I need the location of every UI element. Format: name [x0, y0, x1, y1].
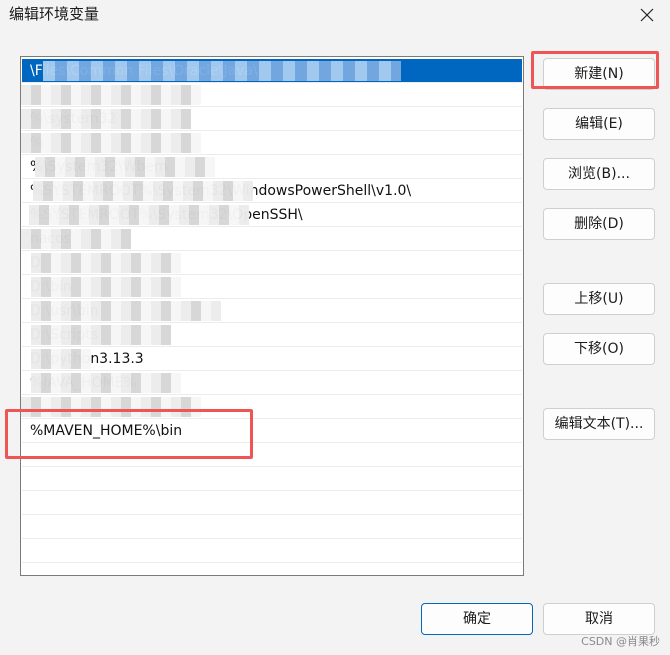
browse-button[interactable]: 浏览(B)... — [543, 158, 655, 190]
close-button[interactable] — [624, 0, 670, 30]
path-row[interactable] — [22, 515, 522, 539]
path-row[interactable] — [22, 395, 522, 419]
path-row[interactable] — [22, 491, 522, 515]
edit-text-button[interactable]: 编辑文本(T)... — [543, 408, 655, 440]
delete-button[interactable]: 删除(D) — [543, 208, 655, 240]
path-row[interactable] — [22, 563, 522, 575]
path-row[interactable]: D:\usr\bin — [22, 299, 522, 323]
path-row[interactable] — [22, 467, 522, 491]
path-row[interactable]: D: — [22, 251, 522, 275]
move-up-button[interactable]: 上移(U) — [543, 283, 655, 315]
path-row[interactable]: %SYSTEMROOT%\System32\OpenSSH\ — [22, 203, 522, 227]
path-row[interactable]: D:\bin — [22, 275, 522, 299]
window-title: 编辑环境变量 — [9, 5, 100, 23]
path-row[interactable] — [22, 83, 522, 107]
path-row[interactable]: %SYSTEMROOT%\System32\WindowsPowerShell\… — [22, 179, 522, 203]
path-row[interactable]: D:\Scripts — [22, 323, 522, 347]
path-row[interactable]: % — [22, 131, 522, 155]
path-row[interactable]: %\System32\Wbem — [22, 155, 522, 179]
close-icon — [640, 8, 654, 22]
cancel-button[interactable]: 取消 — [543, 603, 655, 635]
path-row[interactable]: %JAVA_HOME% — [22, 371, 522, 395]
ok-button[interactable]: 确定 — [421, 603, 533, 635]
path-row[interactable]: %MAVEN_HOME%\bin — [22, 419, 522, 443]
edit-button[interactable]: 编辑(E) — [543, 108, 655, 140]
path-row[interactable] — [22, 443, 522, 467]
path-row[interactable]: nacos — [22, 227, 522, 251]
move-down-button[interactable]: 下移(O) — [543, 333, 655, 365]
path-row[interactable]: %\system32 — [22, 107, 522, 131]
path-row[interactable] — [22, 539, 522, 563]
path-list[interactable]: \Files\Common Files\Oracle\Java\ %\system… — [20, 56, 524, 576]
title-bar: 编辑环境变量 — [0, 0, 670, 30]
path-row[interactable]: D:\python3.13.3 — [22, 347, 522, 371]
new-button[interactable]: 新建(N) — [543, 58, 655, 90]
path-row[interactable]: \Files\Common Files\Oracle\Java\ — [22, 59, 522, 83]
watermark: CSDN @肖果秒 — [581, 635, 660, 648]
